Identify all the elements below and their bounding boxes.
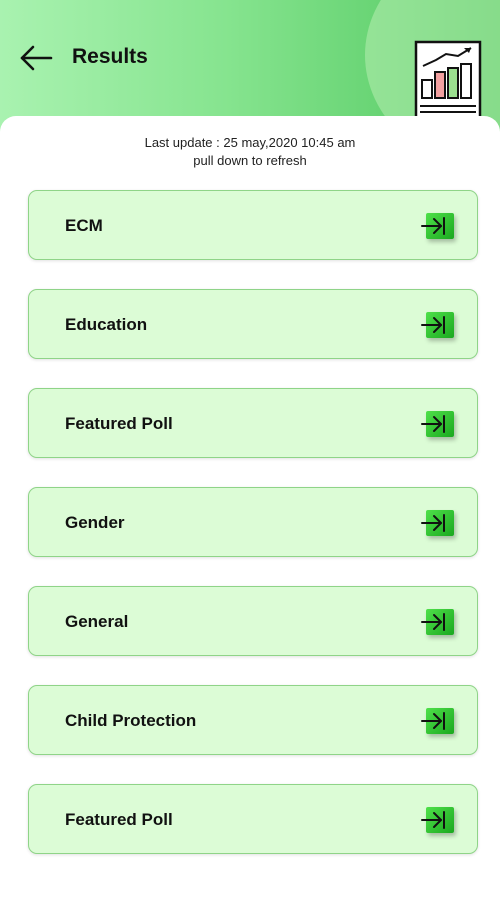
category-label: Featured Poll bbox=[65, 810, 173, 829]
last-update-info: Last update : 25 may,2020 10:45 am pull … bbox=[0, 134, 500, 170]
category-label: Child Protection bbox=[65, 711, 197, 730]
category-card-featured-poll[interactable]: Featured Poll bbox=[28, 388, 478, 458]
arrow-right-into-box-icon bbox=[421, 217, 445, 235]
open-category-button[interactable] bbox=[421, 708, 454, 734]
category-label: Education bbox=[65, 315, 148, 334]
category-label: General bbox=[65, 612, 129, 631]
open-category-button[interactable] bbox=[421, 807, 454, 833]
category-card-child-protection[interactable]: Child Protection bbox=[28, 685, 478, 755]
open-category-button[interactable] bbox=[421, 213, 454, 239]
open-category-button[interactable] bbox=[421, 411, 454, 437]
category-card-education[interactable]: Education bbox=[28, 289, 478, 359]
last-update-text: Last update : 25 may,2020 10:45 am bbox=[144, 135, 356, 150]
category-label: Gender bbox=[65, 513, 125, 532]
open-category-button[interactable] bbox=[421, 510, 454, 536]
bar-chart-report-icon bbox=[414, 40, 482, 122]
category-card-featured-poll-2[interactable]: Featured Poll bbox=[28, 784, 478, 854]
refresh-hint-text: pull down to refresh bbox=[193, 153, 307, 168]
arrow-right-into-box-icon bbox=[421, 316, 445, 334]
results-panel[interactable]: Last update : 25 may,2020 10:45 am pull … bbox=[0, 116, 500, 900]
category-card-ecm[interactable]: ECM bbox=[28, 190, 478, 260]
back-button[interactable] bbox=[18, 42, 58, 74]
arrow-left-icon bbox=[20, 45, 53, 71]
arrow-right-into-box-icon bbox=[421, 811, 445, 829]
arrow-right-into-box-icon bbox=[421, 415, 445, 433]
open-category-button[interactable] bbox=[421, 312, 454, 338]
open-category-button[interactable] bbox=[421, 609, 454, 635]
category-label: ECM bbox=[65, 216, 103, 235]
arrow-right-into-box-icon bbox=[421, 613, 445, 631]
arrow-right-into-box-icon bbox=[421, 712, 445, 730]
category-card-general[interactable]: General bbox=[28, 586, 478, 656]
category-label: Featured Poll bbox=[65, 414, 173, 433]
arrow-right-into-box-icon bbox=[421, 514, 445, 532]
category-card-gender[interactable]: Gender bbox=[28, 487, 478, 557]
page-title: Results bbox=[72, 45, 148, 68]
